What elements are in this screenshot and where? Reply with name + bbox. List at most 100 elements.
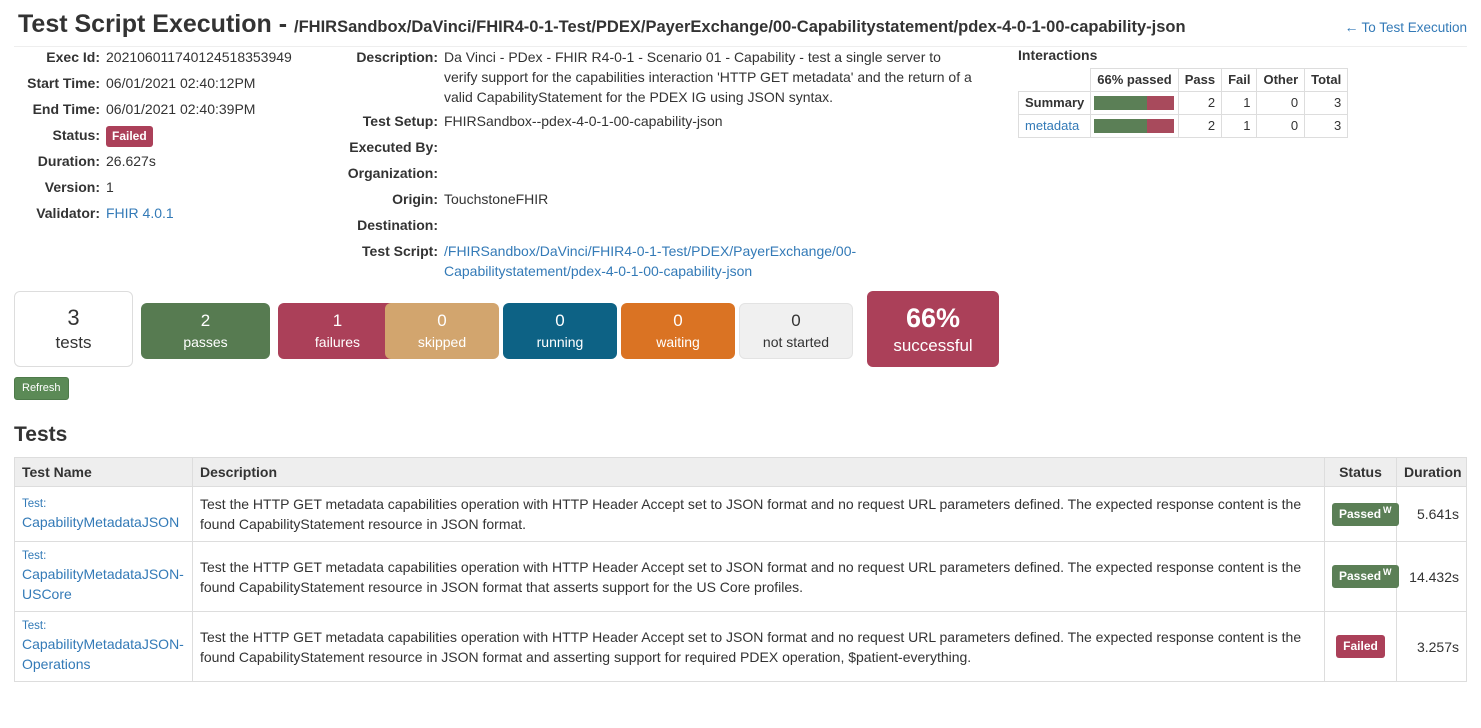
test-description-cell: Test the HTTP GET metadata capabilities … xyxy=(192,611,1325,682)
test-duration-cell: 5.641s xyxy=(1396,486,1467,542)
interactions-pass-value: 2 xyxy=(1177,91,1223,115)
row-version: Version: 1 xyxy=(14,177,344,199)
row-status: Status: Failed xyxy=(14,125,344,147)
exec-id-label: Exec Id: xyxy=(46,49,100,65)
execution-summary-list: Exec Id: 202106011740124518353949 Start … xyxy=(14,47,344,229)
stat-value: 0 xyxy=(673,311,683,330)
interactions-total-value: 3 xyxy=(1304,91,1349,115)
test-setup-label: Test Setup: xyxy=(362,113,438,129)
progress-pass-segment xyxy=(1094,119,1148,133)
test-name-link[interactable]: CapabilityMetadataJSON-USCore xyxy=(22,564,185,604)
progress-bar xyxy=(1094,96,1175,110)
stat-box-running[interactable]: 0 running xyxy=(503,303,617,359)
status-badge: Passed W xyxy=(1332,565,1399,588)
stat-box-skipped[interactable]: 0 skipped xyxy=(385,303,499,359)
tests-col-test-name: Test Name xyxy=(14,457,193,487)
status-badge-sup: W xyxy=(1383,504,1392,515)
stat-value: 0 xyxy=(555,311,565,330)
table-row: Test: CapabilityMetadataJSON-USCore Test… xyxy=(14,541,1467,612)
test-description-cell: Test the HTTP GET metadata capabilities … xyxy=(192,541,1325,612)
interactions-progress-cell xyxy=(1090,91,1179,115)
table-row: Test: CapabilityMetadataJSON-Operations … xyxy=(14,611,1467,682)
interactions-other-value: 0 xyxy=(1256,114,1306,138)
test-prefix-label: Test: xyxy=(22,497,47,510)
table-row: Test: CapabilityMetadataJSON Test the HT… xyxy=(14,486,1467,542)
status-value: Failed xyxy=(106,125,344,147)
test-name-link[interactable]: CapabilityMetadataJSON xyxy=(22,512,185,532)
executed-by-label: Executed By: xyxy=(349,139,438,155)
refresh-button[interactable]: Refresh xyxy=(14,377,69,400)
test-duration-cell: 14.432s xyxy=(1396,541,1467,612)
interactions-col-total: Total xyxy=(1304,68,1349,92)
page-title-main: Test Script Execution xyxy=(18,10,272,38)
stat-box-successful: 66% successful xyxy=(867,291,999,367)
interactions-col-fail: Fail xyxy=(1221,68,1258,92)
status-badge-label: Passed xyxy=(1339,506,1382,521)
interactions-metadata-link[interactable]: metadata xyxy=(1025,118,1079,133)
left-arrow-icon: ← xyxy=(1344,19,1359,35)
test-script-label: Test Script: xyxy=(362,243,438,259)
test-name-link[interactable]: CapabilityMetadataJSON-Operations xyxy=(22,634,185,674)
tests-table: Test Name Description Status Duration Te… xyxy=(14,457,1467,682)
interactions-heading: Interactions xyxy=(1018,47,1098,63)
organization-label: Organization: xyxy=(347,165,438,181)
execution-details: Exec Id: 202106011740124518353949 Start … xyxy=(14,47,1467,287)
row-start-time: Start Time: 06/01/2021 02:40:12PM xyxy=(14,73,344,95)
interactions-fail-value: 1 xyxy=(1221,91,1258,115)
stat-box-tests: 3 tests xyxy=(14,291,133,367)
page-title-separator: - xyxy=(271,10,294,38)
stat-box-waiting[interactable]: 0 waiting xyxy=(621,303,735,359)
interactions-fail-value: 1 xyxy=(1221,114,1258,138)
row-exec-id: Exec Id: 202106011740124518353949 xyxy=(14,47,344,69)
start-time-value: 06/01/2021 02:40:12PM xyxy=(106,75,256,91)
interactions-col-passed: 66% passed xyxy=(1090,68,1179,92)
status-label: Status: xyxy=(52,127,100,143)
stat-box-failures[interactable]: 1 failures xyxy=(278,303,397,359)
description-value: Da Vinci - PDex - FHIR R4-0-1 - Scenario… xyxy=(444,49,972,105)
validator-link[interactable]: FHIR 4.0.1 xyxy=(106,205,174,221)
status-badge-label: Passed xyxy=(1339,569,1382,583)
tests-heading: Tests xyxy=(14,423,68,446)
interactions-panel: Interactions 66% passed Pass Fail Other … xyxy=(1004,47,1349,138)
test-status-cell: Passed W xyxy=(1324,486,1399,542)
stat-value: 1 xyxy=(332,311,343,330)
organization-value xyxy=(444,163,989,185)
origin-label: Origin: xyxy=(392,191,438,207)
page-title-path: /FHIRSandbox/DaVinci/FHIR4-0-1-Test/PDEX… xyxy=(293,18,1186,36)
origin-value: TouchstoneFHIR xyxy=(444,191,549,207)
row-end-time: End Time: 06/01/2021 02:40:39PM xyxy=(14,99,344,121)
test-setup-value: FHIRSandbox--pdex-4-0-1-00-capability-js… xyxy=(444,113,723,129)
progress-pass-segment xyxy=(1094,96,1148,110)
stat-box-not-started[interactable]: 0 not started xyxy=(739,303,853,359)
stat-value: 2 xyxy=(200,311,211,330)
test-script-link[interactable]: /FHIRSandbox/DaVinci/FHIR4-0-1-Test/PDEX… xyxy=(444,243,856,279)
test-duration-cell: 3.257s xyxy=(1396,611,1467,682)
interactions-row-summary: Summary 2 1 0 3 xyxy=(1017,91,1349,115)
tests-col-description: Description xyxy=(192,457,1325,487)
interactions-col-blank xyxy=(1018,68,1092,92)
tests-table-header-row: Test Name Description Status Duration xyxy=(14,457,1467,487)
start-time-label: Start Time: xyxy=(27,75,100,91)
stat-caption: waiting xyxy=(656,334,700,350)
destination-label: Destination: xyxy=(357,217,438,233)
status-badge-sup: W xyxy=(1383,567,1392,577)
row-executed-by: Executed By: xyxy=(344,137,989,159)
row-organization: Organization: xyxy=(344,163,989,185)
to-test-execution-link[interactable]: ← To Test Execution xyxy=(1344,19,1467,35)
status-badge: Failed xyxy=(106,126,153,147)
stat-box-passes[interactable]: 2 passes xyxy=(141,303,270,359)
status-badge: Passed W xyxy=(1332,502,1399,526)
interactions-col-other: Other xyxy=(1256,68,1306,92)
stat-caption: skipped xyxy=(417,334,467,350)
exec-id-value: 202106011740124518353949 xyxy=(106,49,292,65)
stat-caption: not started xyxy=(762,334,830,350)
validator-label: Validator: xyxy=(36,205,100,221)
test-status-cell: Passed W xyxy=(1324,541,1399,612)
interactions-progress-cell xyxy=(1090,114,1179,138)
stat-caption: tests xyxy=(55,333,92,352)
test-script-value: /FHIRSandbox/DaVinci/FHIR4-0-1-Test/PDEX… xyxy=(444,241,874,281)
stat-caption: successful xyxy=(893,336,973,355)
row-destination: Destination: xyxy=(344,215,989,237)
description-label: Description: xyxy=(356,49,438,65)
row-description: Description: Da Vinci - PDex - FHIR R4-0… xyxy=(344,47,989,107)
